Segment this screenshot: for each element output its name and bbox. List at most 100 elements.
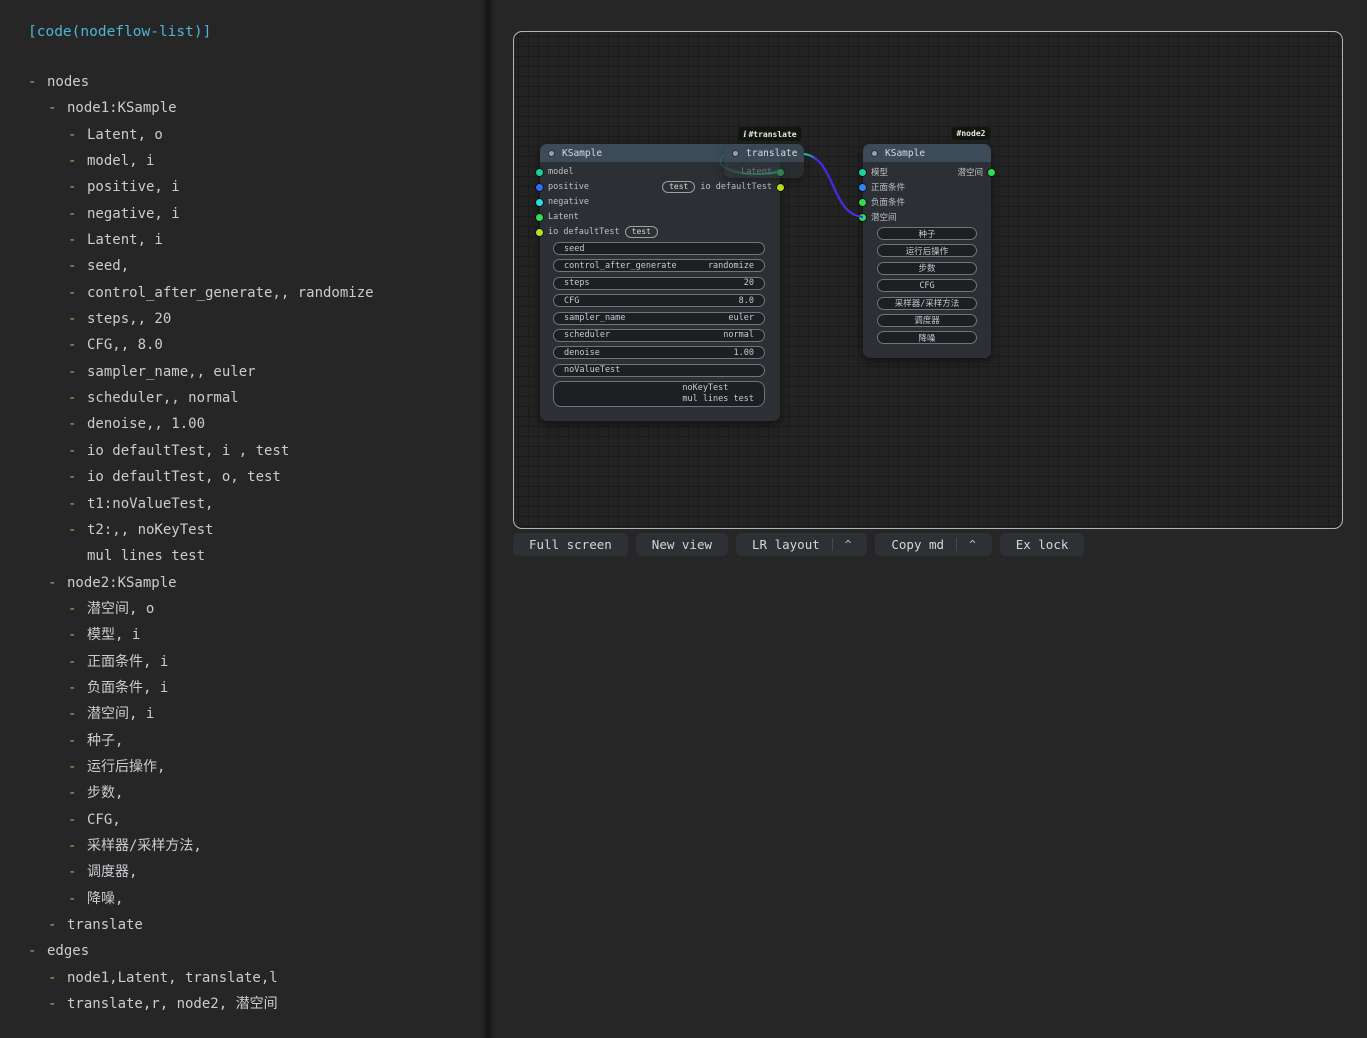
tree-item: -t2:,, noKeyTest (0, 517, 486, 543)
node-widget[interactable]: noValueTest (553, 364, 765, 377)
page-title: [code(nodeflow-list)] (28, 24, 211, 40)
tree-item-dash: - (28, 938, 47, 964)
tree-item-dash: - (68, 411, 87, 437)
copy-md-button[interactable]: Copy md^ (875, 533, 991, 556)
widget-value: 20 (744, 278, 754, 288)
tree-item: -node1:KSample (0, 95, 486, 121)
lr-layout-button[interactable]: LR layout ^ (736, 533, 867, 556)
widget-value: noKeyTestmul lines test (682, 383, 754, 405)
flow-node-translate[interactable]: translate (724, 144, 804, 178)
widget-value: 8.0 (739, 296, 754, 306)
node-widget[interactable]: seed (553, 242, 765, 255)
widget-label: 运行后操作 (906, 245, 949, 257)
full-screen-button[interactable]: Full screen (513, 533, 628, 556)
port-right-node2[interactable]: 潜空间 (957, 166, 995, 178)
widget-label: scheduler (564, 330, 610, 340)
port-left-node1[interactable]: negative (536, 196, 589, 208)
node-widget[interactable]: control_after_generaterandomize (553, 259, 765, 272)
tree-item-text: translate,r, node2, 潜空间 (67, 996, 278, 1012)
tree-item-dash: - (48, 912, 67, 938)
widget-value: euler (728, 313, 754, 323)
node-widget[interactable]: 种子 (877, 227, 977, 240)
tree-item: -t1:noValueTest, (0, 491, 486, 517)
widget-value: randomize (708, 261, 754, 271)
port-dot-icon[interactable] (859, 214, 866, 221)
widget-label: 采样器/采样方法 (895, 297, 960, 309)
tree-item: -edges (0, 938, 486, 964)
tree-item: -model, i (0, 148, 486, 174)
node-widget[interactable]: 调度器 (877, 314, 977, 327)
port-label: 潜空间 (957, 166, 983, 178)
port-right-node1[interactable]: io defaultTesttest (662, 181, 784, 193)
tree-item: -node2:KSample (0, 570, 486, 596)
widget-value: normal (723, 330, 754, 340)
node-widget[interactable]: scheduler normal (553, 329, 765, 342)
button-label: Ex lock (1016, 537, 1069, 552)
tree-item: -io defaultTest, o, test (0, 464, 486, 490)
port-left-node1[interactable]: positive (536, 181, 589, 193)
port-dot-icon[interactable] (988, 169, 995, 176)
tree-item-text: control_after_generate,, randomize (87, 285, 374, 301)
port-dot-icon[interactable] (859, 184, 866, 191)
node-widget[interactable]: 采样器/采样方法 (877, 297, 977, 310)
flow-node-node1[interactable]: KSamplemodelpositivenegativeLatentio def… (540, 144, 780, 421)
tree-item: -Latent, i (0, 227, 486, 253)
tag-label: #node2 (957, 129, 986, 138)
button-label: LR layout (752, 537, 820, 552)
node-header-node2[interactable]: KSample (863, 144, 991, 162)
port-dot-icon[interactable] (536, 229, 543, 236)
tree-item-text: node1,Latent, translate,l (67, 970, 278, 986)
chevron-up-icon[interactable]: ^ (832, 538, 852, 551)
tree-item-text: 步数, (87, 785, 123, 801)
flow-node-node2[interactable]: KSample模型正面条件负面条件潜空间潜空间种子运行后操作步数CFG采样器/采… (863, 144, 991, 358)
port-left-node2[interactable]: 潜空间 (859, 211, 897, 223)
node-widget[interactable]: sampler_nameeuler (553, 312, 765, 325)
node-widget[interactable]: 降噪 (877, 331, 977, 344)
node-widget[interactable]: denoise1.00 (553, 346, 765, 359)
node-widget[interactable]: CFG (877, 279, 977, 292)
port-left-node1[interactable]: model (536, 166, 574, 178)
tree-item-dash: - (68, 174, 87, 200)
tree-item-text: CFG,, 8.0 (87, 337, 163, 353)
port-dot-icon[interactable] (859, 199, 866, 206)
tree-item-text: t1:noValueTest, (87, 496, 213, 512)
node-widget[interactable]: steps20 (553, 277, 765, 290)
edge-translate-to-node2 (804, 154, 863, 217)
port-dot-icon[interactable] (536, 184, 543, 191)
node-header-translate[interactable]: translate (724, 144, 804, 162)
button-label: New view (652, 537, 712, 552)
port-left-node2[interactable]: 模型 (859, 166, 888, 178)
tree-item-text: 运行后操作, (87, 759, 165, 775)
tree-item-dash: - (68, 332, 87, 358)
node-tag-node2: #node2 (952, 127, 991, 140)
widget-value: 1.00 (734, 348, 754, 358)
tree-item: -种子, (0, 728, 486, 754)
widget-label: noValueTest (564, 365, 620, 375)
port-left-node2[interactable]: 负面条件 (859, 196, 905, 208)
port-dot-icon[interactable] (859, 169, 866, 176)
port-dot-icon[interactable] (536, 214, 543, 221)
tree-item: -步数, (0, 780, 486, 806)
port-left-node2[interactable]: 正面条件 (859, 181, 905, 193)
tree-item: -Latent, o (0, 122, 486, 148)
widget-label: 调度器 (914, 314, 940, 326)
port-left-node1[interactable]: io defaultTesttest (536, 226, 658, 238)
tree-item-text: 采样器/采样方法, (87, 838, 202, 854)
port-dot-icon[interactable] (536, 199, 543, 206)
new-view-button[interactable]: New view (636, 533, 728, 556)
tree-item-text: 种子, (87, 733, 123, 749)
ex-lock-button[interactable]: Ex lock (1000, 533, 1085, 556)
flow-canvas[interactable]: KSample model positive negative Latent io def… (513, 31, 1343, 529)
port-dot-icon[interactable] (777, 184, 784, 191)
widget-label: seed (564, 244, 584, 254)
node-widget[interactable]: 步数 (877, 262, 977, 275)
node-widget[interactable]: noKeyTestmul lines test (553, 381, 765, 407)
tree-item-dash: - (68, 306, 87, 332)
port-left-node1[interactable]: Latent (536, 211, 579, 223)
button-label: Full screen (529, 537, 612, 552)
port-dot-icon[interactable] (536, 169, 543, 176)
tree-item-text: steps,, 20 (87, 311, 171, 327)
node-widget[interactable]: 运行后操作 (877, 244, 977, 257)
node-widget[interactable]: CFG8.0 (553, 294, 765, 307)
chevron-up-icon[interactable]: ^ (956, 538, 976, 551)
